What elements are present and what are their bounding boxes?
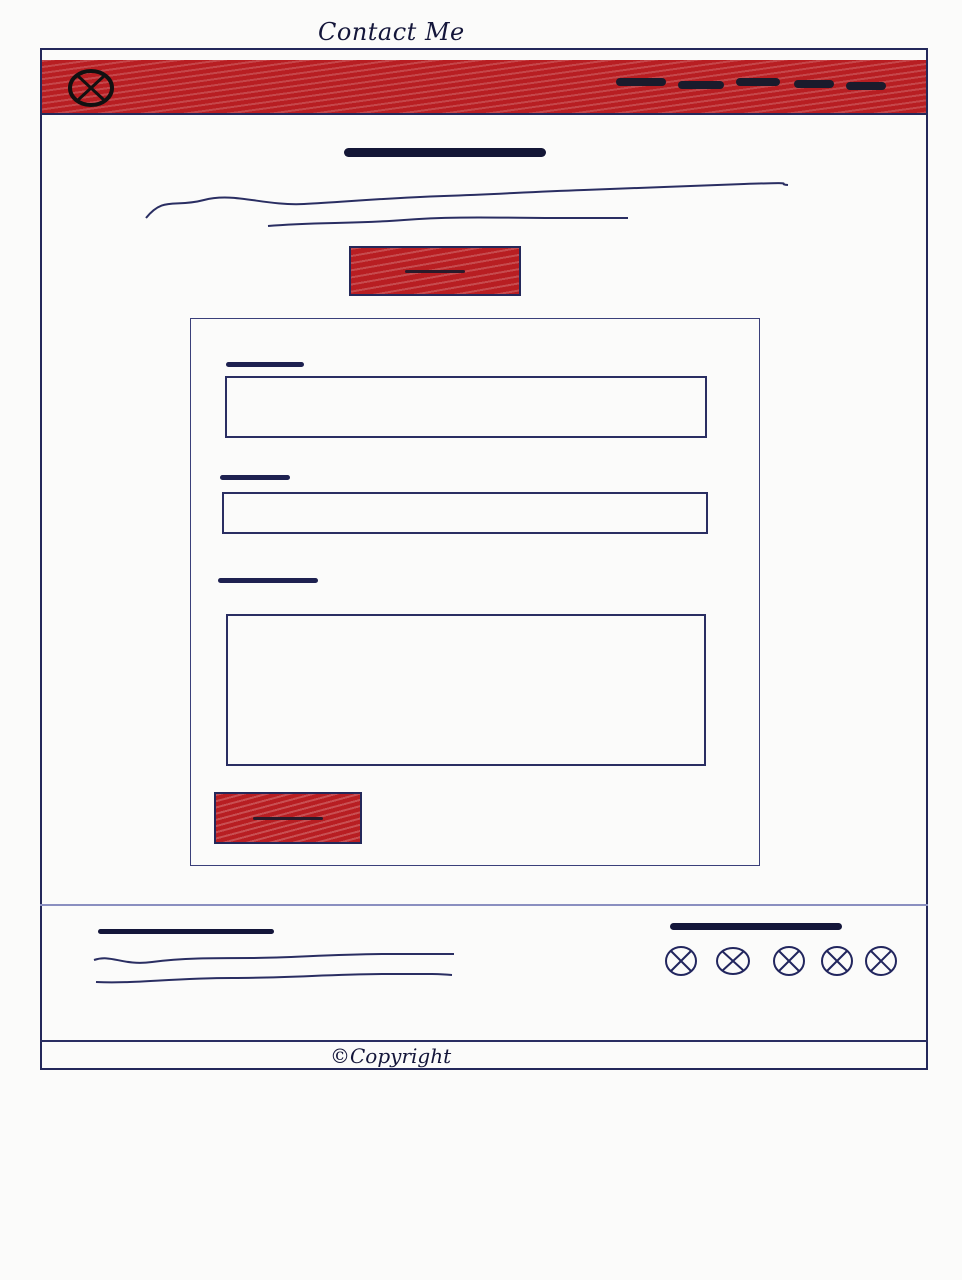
navbar [42, 60, 926, 115]
name-field[interactable] [225, 376, 707, 438]
hero-heading [344, 148, 546, 157]
footer-about-heading [98, 929, 274, 934]
social-icon-4[interactable] [820, 944, 854, 978]
message-field[interactable] [226, 614, 706, 766]
social-icon-2[interactable] [716, 944, 750, 978]
copyright-divider [40, 1040, 928, 1042]
page-title: Contact Me [318, 18, 465, 46]
submit-button[interactable] [214, 792, 362, 844]
nav-item-4[interactable] [794, 80, 834, 88]
logo-icon[interactable] [68, 68, 114, 108]
footer-about-text [93, 953, 454, 984]
name-field-label [226, 362, 304, 367]
footer-divider [40, 904, 928, 906]
nav-item-5[interactable] [846, 82, 886, 90]
email-field-label [220, 475, 290, 480]
social-icon-3[interactable] [772, 944, 806, 978]
nav-item-2[interactable] [678, 81, 724, 89]
hero-description [145, 182, 789, 227]
copyright-text: ©Copyright [330, 1044, 452, 1068]
nav-item-1[interactable] [616, 78, 666, 86]
button-label-placeholder [253, 816, 323, 820]
hero-cta-button[interactable] [349, 246, 521, 296]
message-field-label [218, 578, 318, 583]
footer-social-heading [670, 923, 842, 930]
social-icon-5[interactable] [864, 944, 898, 978]
button-label-placeholder [405, 269, 465, 273]
social-icon-1[interactable] [664, 944, 698, 978]
nav-item-3[interactable] [736, 78, 780, 86]
email-field[interactable] [222, 492, 708, 534]
